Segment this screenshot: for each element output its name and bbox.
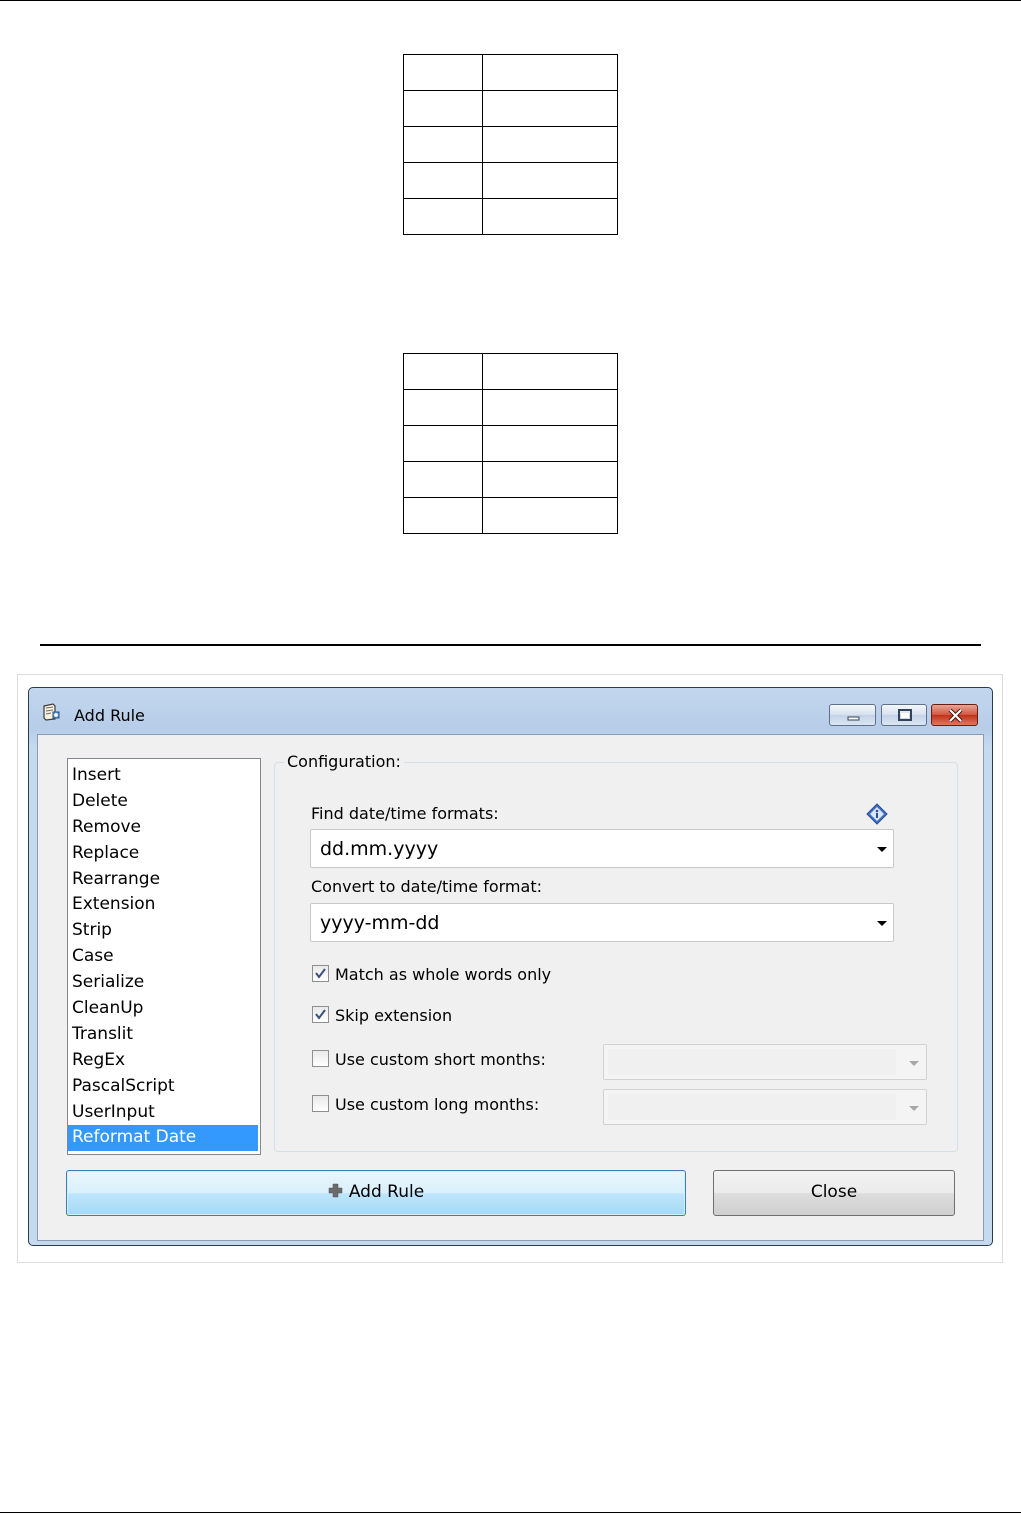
list-item[interactable]: PascalScript — [68, 1074, 260, 1100]
list-item[interactable]: CleanUp — [68, 996, 260, 1022]
table-row — [403, 198, 618, 235]
table-cell — [482, 198, 618, 235]
list-item-selected[interactable]: Reformat Date — [68, 1125, 258, 1152]
close-button[interactable]: Close — [713, 1170, 955, 1216]
custom-long-months-label[interactable]: Use custom long months: — [335, 1095, 539, 1114]
match-whole-words-checkbox[interactable] — [312, 965, 329, 982]
list-item[interactable]: Insert — [68, 763, 260, 789]
table-cell — [403, 198, 483, 235]
section-divider — [40, 644, 981, 646]
list-item[interactable]: Delete — [68, 789, 260, 815]
chevron-down-icon[interactable] — [909, 1061, 919, 1066]
table-row — [403, 389, 618, 426]
plus-icon — [328, 1183, 343, 1198]
list-item[interactable]: RegEx — [68, 1048, 260, 1074]
table-cell — [403, 425, 483, 462]
table-cell — [482, 90, 618, 127]
maximize-button[interactable] — [881, 704, 927, 726]
table-row — [403, 461, 618, 498]
chevron-down-icon[interactable] — [877, 847, 887, 852]
skip-extension-label[interactable]: Skip extension — [335, 1006, 452, 1025]
table-cell — [403, 162, 483, 199]
list-item[interactable]: Remove — [68, 815, 260, 841]
table-cell — [403, 353, 483, 390]
table-cell — [403, 389, 483, 426]
list-item[interactable]: Serialize — [68, 970, 260, 996]
window-title: Add Rule — [74, 706, 145, 725]
convert-format-combo[interactable]: yyyy-mm-dd — [310, 903, 894, 942]
empty-table-top — [403, 54, 618, 235]
table-row — [403, 126, 618, 163]
list-item[interactable]: Rearrange — [68, 867, 260, 893]
table-cell — [403, 126, 483, 163]
close-icon — [948, 708, 963, 723]
configuration-label: Configuration: — [284, 752, 404, 771]
custom-short-months-checkbox[interactable] — [312, 1050, 329, 1067]
page-bottom-rule — [0, 1512, 1021, 1513]
maximize-icon — [898, 709, 912, 721]
custom-short-months-combo[interactable] — [603, 1044, 927, 1080]
list-item[interactable]: Translit — [68, 1022, 260, 1048]
table-cell — [403, 461, 483, 498]
custom-long-months-checkbox[interactable] — [312, 1095, 329, 1112]
empty-table-bottom — [403, 353, 618, 534]
skip-extension-checkbox[interactable] — [312, 1006, 329, 1023]
table-row — [403, 54, 618, 91]
table-cell — [482, 425, 618, 462]
close-label: Close — [810, 1182, 858, 1202]
custom-short-months-label[interactable]: Use custom short months: — [335, 1050, 546, 1069]
table-row — [403, 425, 618, 462]
custom-long-months-combo[interactable] — [603, 1089, 927, 1125]
table-cell — [403, 90, 483, 127]
list-item[interactable]: Replace — [68, 841, 260, 867]
list-item[interactable]: UserInput — [68, 1100, 260, 1126]
info-icon[interactable] — [866, 803, 888, 825]
rule-type-list[interactable]: Insert Delete Remove Replace Rearrange E… — [67, 758, 261, 1155]
combo-field — [608, 1094, 896, 1120]
dialog-body: Insert Delete Remove Replace Rearrange E… — [37, 734, 984, 1241]
table-cell — [403, 497, 483, 534]
minimize-button[interactable] — [829, 704, 876, 726]
list-item[interactable]: Extension — [68, 892, 260, 918]
table-cell — [482, 353, 618, 390]
table-cell — [403, 54, 483, 91]
minimize-icon — [847, 716, 860, 721]
table-row — [403, 353, 618, 390]
list-item[interactable]: Strip — [68, 918, 260, 944]
table-row — [403, 90, 618, 127]
close-window-button[interactable] — [931, 704, 978, 726]
combo-field — [608, 1049, 896, 1075]
match-whole-words-label[interactable]: Match as whole words only — [335, 965, 551, 984]
checkmark-icon — [315, 1009, 326, 1020]
convert-format-label: Convert to date/time format: — [311, 877, 542, 896]
chevron-down-icon[interactable] — [877, 921, 887, 926]
table-cell — [482, 389, 618, 426]
checkmark-icon — [315, 968, 326, 979]
table-cell — [482, 126, 618, 163]
page-top-rule — [0, 0, 1021, 1]
table-cell — [482, 162, 618, 199]
table-cell — [482, 497, 618, 534]
add-rule-app-icon — [41, 702, 61, 722]
add-rule-label: Add Rule — [348, 1182, 425, 1202]
list-item[interactable]: Case — [68, 944, 260, 970]
find-formats-label: Find date/time formats: — [311, 804, 499, 823]
title-bar[interactable]: Add Rule — [29, 688, 992, 734]
chevron-down-icon[interactable] — [909, 1106, 919, 1111]
find-formats-combo[interactable]: dd.mm.yyyy — [310, 829, 894, 868]
table-cell — [482, 461, 618, 498]
add-rule-button[interactable]: Add Rule — [66, 1170, 686, 1216]
table-cell — [482, 54, 618, 91]
table-row — [403, 162, 618, 199]
find-formats-value: dd.mm.yyyy — [320, 838, 439, 860]
convert-format-value: yyyy-mm-dd — [320, 912, 440, 934]
table-row — [403, 497, 618, 534]
